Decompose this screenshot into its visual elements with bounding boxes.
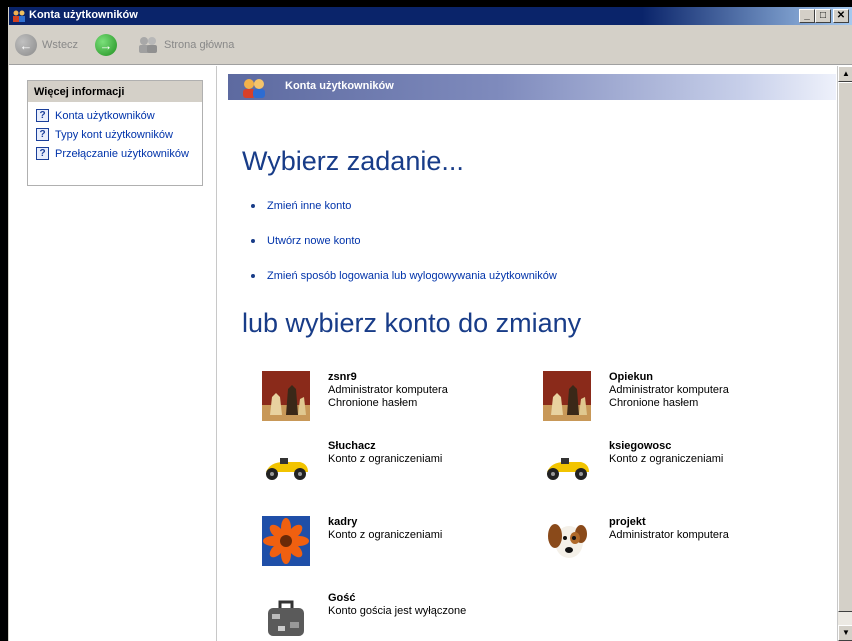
help-icon: ?: [36, 109, 49, 122]
vertical-scrollbar[interactable]: ▲ ▼: [837, 66, 852, 641]
close-button[interactable]: ✕: [833, 9, 849, 23]
account-status: Chronione hasłem: [328, 397, 418, 409]
dog-icon: [548, 524, 587, 558]
account-type: Konto z ograniczeniami: [328, 529, 443, 541]
scroll-thumb[interactable]: [838, 82, 852, 612]
account-tile-zsnr9[interactable]: zsnr9 Administrator komputera Chronione …: [262, 371, 522, 425]
account-name: ksiegowosc: [609, 440, 672, 452]
help-icon: ?: [36, 128, 49, 141]
user-accounts-window: Konta użytkowników _ □ ✕ ← Wstecz → Stro…: [8, 7, 852, 641]
account-tile-projekt[interactable]: projekt Administrator komputera: [543, 516, 803, 570]
task-change-logon[interactable]: Zmień sposób logowania lub wylogowywania…: [251, 270, 557, 282]
flower-icon: [262, 516, 310, 566]
bullet: [251, 274, 255, 278]
account-tile-opiekun[interactable]: Opiekun Administrator komputera Chronion…: [543, 371, 803, 425]
navigation-toolbar: ← Wstecz → Strona główna: [9, 25, 852, 65]
account-type: Konto z ograniczeniami: [328, 453, 443, 465]
home-label: Strona główna: [164, 39, 235, 51]
scroll-up-button[interactable]: ▲: [838, 66, 852, 82]
account-tile-guest[interactable]: Gość Konto gościa jest wyłączone: [262, 592, 522, 641]
account-tile-ksiegowosc[interactable]: ksiegowosc Konto z ograniczeniami: [543, 440, 803, 494]
account-type: Administrator komputera: [609, 529, 729, 541]
left-task-pane: Więcej informacji ? Konta użytkowników ?…: [9, 66, 217, 641]
content-header: Konta użytkowników: [228, 74, 836, 100]
account-tile-sluchacz[interactable]: Słuchacz Konto z ograniczeniami: [262, 440, 522, 494]
more-info-title: Więcej informacji: [28, 81, 202, 103]
account-name: Słuchacz: [328, 440, 376, 452]
sidebar-item-account-types[interactable]: ? Typy kont użytkowników: [36, 128, 202, 141]
more-info-box: Więcej informacji ? Konta użytkowników ?…: [27, 80, 203, 186]
forward-button[interactable]: →: [95, 34, 117, 56]
task-label: Zmień sposób logowania lub wylogowywania…: [267, 270, 557, 282]
help-icon: ?: [36, 147, 49, 160]
title-bar[interactable]: Konta użytkowników _ □ ✕: [9, 7, 852, 25]
task-label: Zmień inne konto: [267, 200, 352, 212]
minimize-button[interactable]: _: [799, 9, 815, 23]
window-title: Konta użytkowników: [29, 9, 138, 21]
sidebar-item-switch-users[interactable]: ? Przełączanie użytkowników: [36, 147, 202, 160]
content-header-title: Konta użytkowników: [285, 80, 394, 92]
bullet: [251, 239, 255, 243]
account-name: zsnr9: [328, 371, 357, 383]
sidebar-item-label: Konta użytkowników: [55, 109, 155, 122]
sidebar-item-user-accounts[interactable]: ? Konta użytkowników: [36, 109, 202, 122]
back-button[interactable]: ← Wstecz: [15, 34, 78, 56]
task-create-account[interactable]: Utwórz nowe konto: [251, 235, 361, 247]
account-type: Administrator komputera: [328, 384, 448, 396]
chess-icon: [543, 371, 591, 421]
main-content: Konta użytkowników Wybierz zadanie... Zm…: [218, 66, 836, 641]
account-type: Administrator komputera: [609, 384, 729, 396]
account-name: Opiekun: [609, 371, 654, 383]
scroll-down-button[interactable]: ▼: [838, 625, 852, 641]
sidebar-item-label: Typy kont użytkowników: [55, 128, 173, 141]
back-arrow-icon: ←: [15, 34, 37, 56]
account-tile-kadry[interactable]: kadry Konto z ograniczeniami: [262, 516, 522, 570]
maximize-button[interactable]: □: [815, 9, 831, 23]
sidebar-item-label: Przełączanie użytkowników: [55, 147, 189, 160]
bullet: [251, 204, 255, 208]
pick-task-heading: Wybierz zadanie...: [242, 146, 464, 176]
pick-account-heading: lub wybierz konto do zmiany: [242, 308, 582, 338]
task-change-account[interactable]: Zmień inne konto: [251, 200, 351, 212]
user-accounts-icon: [243, 79, 265, 98]
task-label: Utwórz nowe konto: [267, 235, 361, 247]
account-status: Chronione hasłem: [609, 397, 699, 409]
back-label: Wstecz: [42, 39, 79, 51]
home-button[interactable]: Strona główna: [137, 34, 234, 56]
users-home-icon: [139, 37, 157, 53]
racecar-icon: [547, 458, 589, 480]
racecar-icon: [266, 458, 308, 480]
account-type: Konto z ograniczeniami: [609, 453, 724, 465]
forward-arrow-icon: →: [95, 34, 117, 56]
users-icon: [13, 10, 25, 22]
chess-icon: [262, 371, 310, 421]
suitcase-icon: [268, 600, 304, 636]
account-name: Gość: [328, 592, 356, 604]
account-type: Konto gościa jest wyłączone: [328, 605, 467, 617]
account-name: kadry: [328, 516, 358, 528]
account-name: projekt: [609, 516, 646, 528]
